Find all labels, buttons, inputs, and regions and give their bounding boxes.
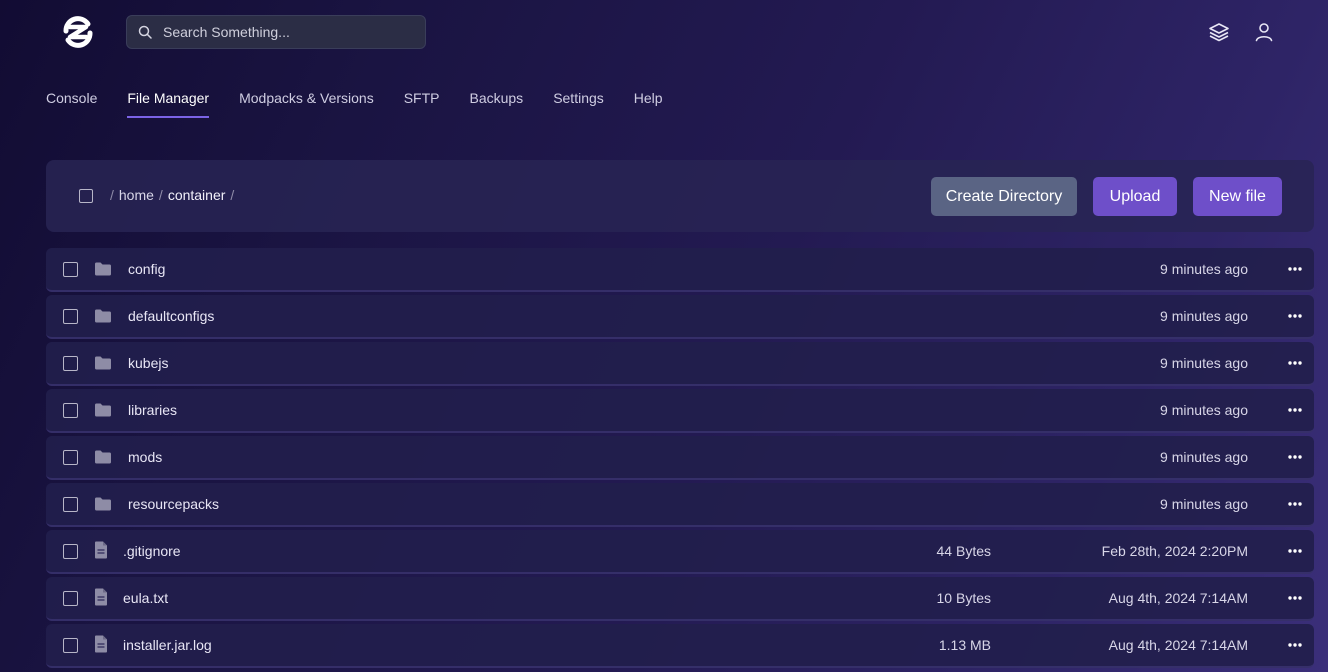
row-checkbox[interactable] [63,356,78,371]
tab-help[interactable]: Help [634,80,663,118]
file-icon [94,588,108,606]
file-row[interactable]: libraries 9 minutes ago [46,389,1314,433]
more-options-icon[interactable] [1288,401,1302,419]
tab-settings[interactable]: Settings [553,80,604,118]
search-input[interactable] [161,23,415,41]
file-modified: Aug 4th, 2024 7:14AM [1108,637,1248,653]
row-checkbox[interactable] [63,638,78,653]
more-options-icon[interactable] [1288,260,1302,278]
more-options-icon[interactable] [1288,542,1302,560]
file-row[interactable]: .gitignore 44 Bytes Feb 28th, 2024 2:20P… [46,530,1314,574]
file-list: config 9 minutes ago defaultconfigs 9 mi… [46,248,1314,671]
file-row[interactable]: kubejs 9 minutes ago [46,342,1314,386]
file-modified: 9 minutes ago [1160,496,1248,512]
file-name: resourcepacks [128,496,220,512]
select-all-checkbox[interactable] [79,189,93,203]
tab-sftp[interactable]: SFTP [404,80,440,118]
folder-icon [94,261,112,277]
file-size: 44 Bytes [936,543,991,559]
file-name: .gitignore [123,543,181,559]
search-box[interactable] [126,15,426,49]
folder-icon [94,402,112,418]
file-modified: 9 minutes ago [1160,261,1248,277]
breadcrumb-separator: / [230,187,235,203]
tab-file-manager[interactable]: File Manager [127,80,209,118]
file-row[interactable]: defaultconfigs 9 minutes ago [46,295,1314,339]
file-modified: Aug 4th, 2024 7:14AM [1108,590,1248,606]
row-checkbox[interactable] [63,309,78,324]
file-modified: 9 minutes ago [1160,449,1248,465]
folder-icon [94,308,112,324]
file-row[interactable]: installer.jar.log 1.13 MB Aug 4th, 2024 … [46,624,1314,668]
tab-backups[interactable]: Backups [469,80,523,118]
file-icon [94,635,108,653]
upload-button[interactable]: Upload [1093,177,1177,216]
file-toolbar: / home / container / Create Directory Up… [46,160,1314,232]
file-icon [94,541,108,559]
more-options-icon[interactable] [1288,495,1302,513]
row-checkbox[interactable] [63,262,78,277]
file-size: 10 Bytes [936,590,991,606]
more-options-icon[interactable] [1288,636,1302,654]
file-modified: 9 minutes ago [1160,402,1248,418]
brand-logo-icon[interactable] [60,14,96,50]
file-name: installer.jar.log [123,637,212,653]
file-modified: 9 minutes ago [1160,308,1248,324]
folder-icon [94,496,112,512]
row-checkbox[interactable] [63,497,78,512]
file-name: mods [128,449,163,465]
new-file-button[interactable]: New file [1193,177,1282,216]
file-modified: Feb 28th, 2024 2:20PM [1101,543,1248,559]
file-name: config [128,261,166,277]
file-modified: 9 minutes ago [1160,355,1248,371]
more-options-icon[interactable] [1288,354,1302,372]
more-options-icon[interactable] [1288,307,1302,325]
layers-icon[interactable] [1207,20,1231,44]
folder-icon [94,449,112,465]
file-name: defaultconfigs [128,308,215,324]
row-checkbox[interactable] [63,450,78,465]
row-checkbox[interactable] [63,591,78,606]
create-directory-button[interactable]: Create Directory [931,177,1077,216]
breadcrumb-separator: / [158,187,163,203]
row-checkbox[interactable] [63,544,78,559]
more-options-icon[interactable] [1288,448,1302,466]
breadcrumb-container[interactable]: container [168,187,226,203]
file-row[interactable]: mods 9 minutes ago [46,436,1314,480]
tab-modpacks-versions[interactable]: Modpacks & Versions [239,80,374,118]
user-icon[interactable] [1252,20,1276,44]
tab-console[interactable]: Console [46,80,97,118]
file-row[interactable]: config 9 minutes ago [46,248,1314,292]
breadcrumb-separator: / [110,187,114,203]
row-checkbox[interactable] [63,403,78,418]
breadcrumb-home[interactable]: home [119,187,154,203]
file-size: 1.13 MB [938,637,991,653]
main-nav: Console File Manager Modpacks & Versions… [46,80,693,120]
file-name: kubejs [128,355,169,371]
top-bar [0,0,1328,64]
file-row[interactable]: resourcepacks 9 minutes ago [46,483,1314,527]
file-row[interactable]: eula.txt 10 Bytes Aug 4th, 2024 7:14AM [46,577,1314,621]
search-icon [138,25,152,39]
folder-icon [94,355,112,371]
more-options-icon[interactable] [1288,589,1302,607]
file-name: libraries [128,402,178,418]
file-name: eula.txt [123,590,169,606]
breadcrumb: / home / container / [110,187,234,203]
